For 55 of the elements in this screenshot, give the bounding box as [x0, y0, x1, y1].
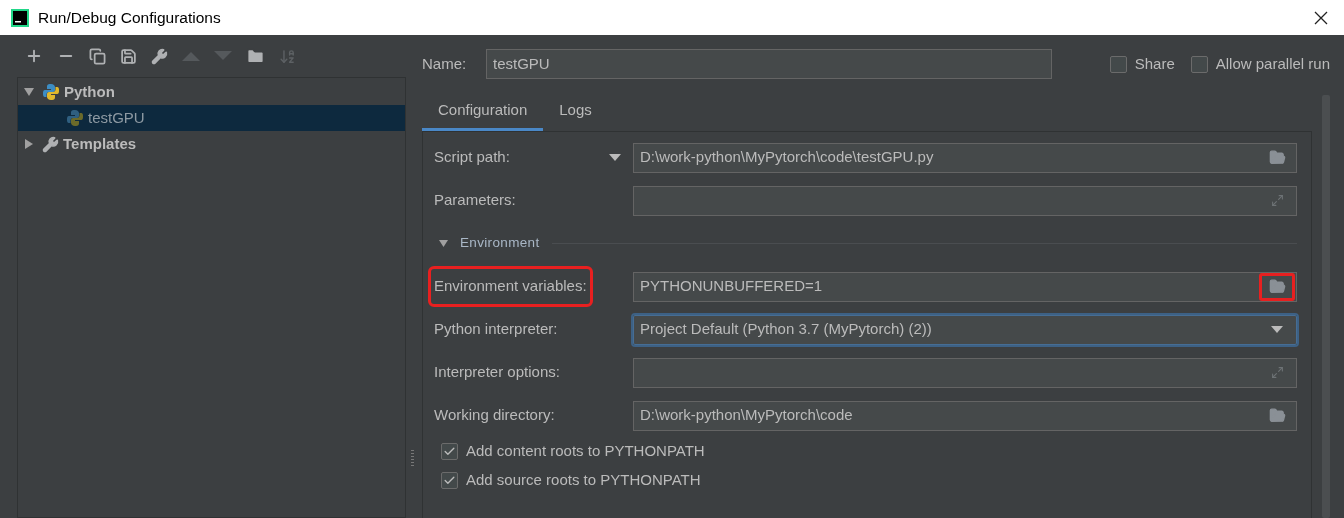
- add-icon[interactable]: [25, 47, 43, 65]
- expand-icon: [1270, 366, 1284, 379]
- text-field[interactable]: PYTHONUNBUFFERED=1: [633, 271, 1297, 302]
- field-label: Interpreter options:: [433, 362, 561, 383]
- field-label: Python interpreter:: [433, 319, 559, 340]
- name-label: Name:: [422, 53, 468, 74]
- checkbox[interactable]: [441, 443, 458, 460]
- save-icon[interactable]: [120, 47, 137, 65]
- tree-item[interactable]: testGPU: [18, 105, 405, 131]
- browse-button[interactable]: [1259, 272, 1295, 301]
- folder-icon: [1268, 278, 1286, 295]
- checkbox-option[interactable]: Add content roots to PYTHONPATH: [423, 437, 705, 466]
- checkbox-option[interactable]: Share: [1109, 52, 1175, 76]
- checkbox-option[interactable]: Allow parallel run: [1190, 52, 1330, 76]
- tree-item[interactable]: Python: [18, 79, 405, 105]
- name-field[interactable]: testGPU: [486, 49, 1052, 79]
- tree-label: Templates: [63, 133, 137, 154]
- folder-icon: [1268, 149, 1286, 166]
- checkbox[interactable]: [1109, 55, 1127, 73]
- checkbox-option[interactable]: Add source roots to PYTHONPATH: [423, 466, 701, 495]
- tree-item[interactable]: Templates: [18, 131, 405, 157]
- dropdown-arrow-icon: [1271, 325, 1283, 334]
- field-label: Environment variables:: [431, 269, 590, 304]
- field-label: Script path:: [433, 147, 511, 168]
- expanded-arrow-icon[interactable]: [439, 239, 448, 248]
- text-field[interactable]: [633, 357, 1297, 388]
- tree-label: testGPU: [88, 107, 145, 128]
- splitter-grip-icon[interactable]: [410, 450, 414, 468]
- interpreter-select[interactable]: Project Default (Python 3.7 (MyPytorch) (2)): [633, 314, 1297, 345]
- wrench-icon[interactable]: [151, 47, 168, 65]
- tab[interactable]: Logs: [543, 93, 608, 131]
- checkbox[interactable]: [441, 472, 458, 489]
- field-label: Parameters:: [433, 190, 517, 211]
- section-title: Environment: [460, 234, 540, 253]
- checkbox[interactable]: [1190, 55, 1208, 73]
- app-logo-icon: [11, 8, 29, 27]
- expanded-arrow-icon[interactable]: [24, 87, 34, 97]
- tab[interactable]: Configuration: [422, 93, 544, 131]
- expand-icon: [1270, 194, 1284, 207]
- window-title: Run/Debug Configurations: [38, 7, 221, 28]
- check-icon: [443, 445, 456, 458]
- python-icon: [66, 109, 84, 127]
- folder-icon: [1268, 407, 1286, 424]
- close-icon[interactable]: [1314, 10, 1328, 25]
- text-field[interactable]: D:\work-python\MyPytorch\code\testGPU.py: [633, 142, 1297, 173]
- tree-label: Python: [64, 81, 115, 102]
- text-field[interactable]: [633, 185, 1297, 216]
- dropdown-arrow-icon[interactable]: [609, 153, 621, 162]
- copy-icon[interactable]: [89, 47, 106, 65]
- field-label: Working directory:: [433, 405, 556, 426]
- text-field[interactable]: D:\work-python\MyPytorch\code: [633, 400, 1297, 431]
- wrench-icon: [42, 135, 59, 153]
- python-icon: [42, 83, 60, 101]
- collapsed-arrow-icon[interactable]: [24, 139, 34, 149]
- check-icon: [443, 474, 456, 487]
